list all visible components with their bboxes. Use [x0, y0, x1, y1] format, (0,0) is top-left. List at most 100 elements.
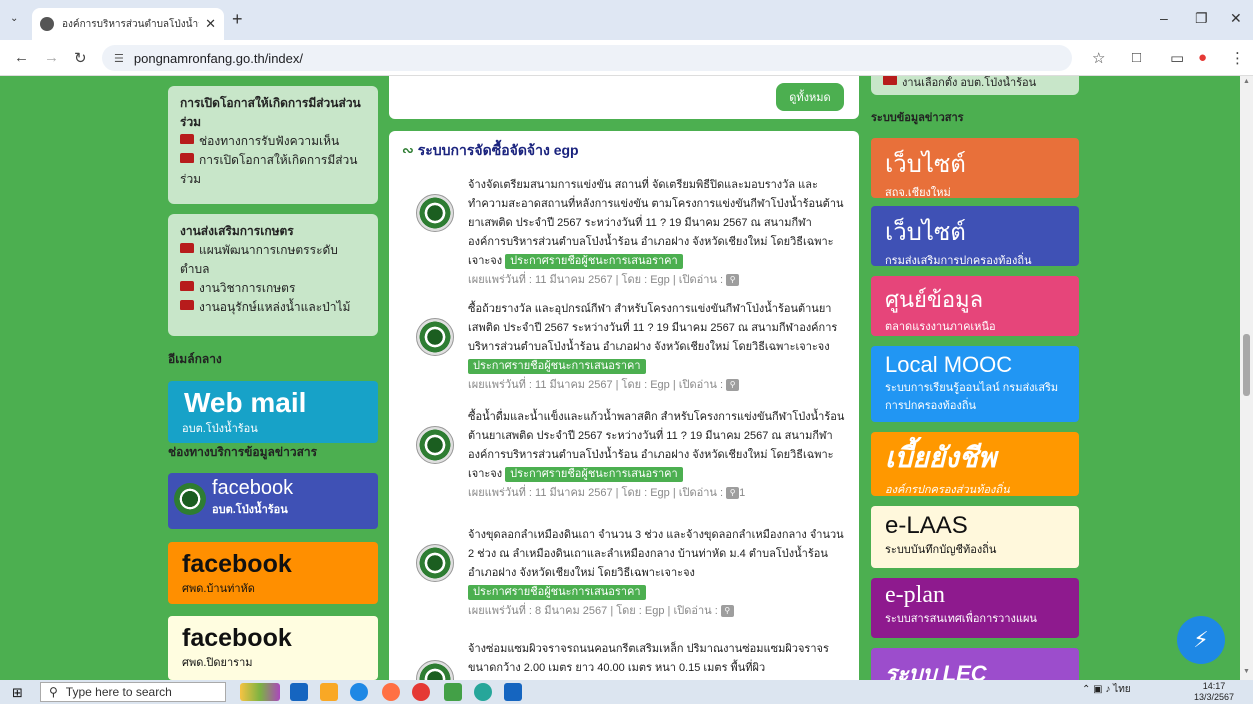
scroll-thumb[interactable] [1243, 334, 1250, 396]
election-link[interactable]: งานเลือกตั้ง อบต.โป่งน้ำร้อน [871, 76, 1079, 95]
news-widget-icon[interactable] [240, 683, 280, 701]
egp-item: จ้างจัดเตรียมสนามการแข่งขัน สถานที่ จัดเ… [416, 176, 856, 300]
banner-labor-market[interactable]: ศูนย์ข้อมูล ตลาดแรงงานภาคเหนือ [871, 276, 1079, 336]
participation-box: การเปิดโอกาสให้เกิดการมีส่วนส่วนร่วม ช่อ… [168, 86, 378, 204]
scroll-up-icon[interactable]: ▲ [1243, 78, 1250, 85]
restore-icon[interactable]: ❐ [1195, 10, 1208, 27]
edge-icon[interactable] [350, 683, 368, 701]
folder-icon [883, 76, 897, 85]
banner-dla-website[interactable]: เว็บไซต์ กรมส่งเสริมการปกครองท้องถิ่น [871, 206, 1079, 266]
egp-item-meta: เผยแพร่วันที่ : 11 มีนาคม 2567 | โดย : E… [468, 487, 724, 499]
chrome-icon[interactable] [412, 683, 430, 701]
messenger-chat-icon[interactable]: ⚡ [1177, 616, 1225, 664]
egp-title: ∾ ระบบการจัดซื้อจัดจ้าง egp [402, 142, 579, 158]
agriculture-heading: งานส่งเสริมการเกษตร [180, 224, 294, 238]
email-heading: อีเมล์กลาง [168, 352, 222, 366]
folder-icon [180, 300, 194, 310]
org-logo-icon [174, 483, 206, 515]
close-tab-icon[interactable]: ✕ [205, 16, 216, 32]
tab-search-icon[interactable]: ⌄ [10, 13, 18, 24]
egp-item: จ้างขุดลอกลำเหมืองดินเถา จำนวน 3 ช่วง แล… [416, 526, 856, 646]
view-icon[interactable]: ⚲ [726, 274, 740, 287]
tab-title: องค์การบริหารส่วนตำบลโป่งน้ำร้อน อ.ฝ [62, 18, 199, 30]
agriculture-link-1[interactable]: แผนพัฒนาการเกษตรระดับตำบล [180, 241, 366, 279]
egp-item: จ้างซ่อมแซมผิวจราจรถนนคอนกรีตเสริมเหล็ก … [416, 640, 856, 680]
egp-item-link[interactable]: จ้างซ่อมแซมผิวจราจรถนนคอนกรีตเสริมเหล็ก … [468, 643, 829, 674]
close-window-icon[interactable]: ✕ [1230, 10, 1242, 27]
clock[interactable]: 14:17 13/3/2567 [1194, 681, 1234, 703]
page-scrollbar[interactable]: ▲ ▼ [1240, 76, 1253, 680]
banner-local-office[interactable]: เว็บไซต์ สถจ.เชียงใหม่ [871, 138, 1079, 198]
taskbar-search[interactable]: ⚲ Type here to search [40, 682, 226, 702]
banner-lec[interactable]: ระบบ LEC [871, 648, 1079, 680]
browser-toolbar: ← → ↻ ☰ pongnamronfang.go.th/index/ ☆ □ … [0, 40, 1253, 76]
app-icon[interactable] [474, 683, 492, 701]
web-page: การเปิดโอกาสให้เกิดการมีส่วนส่วนร่วม ช่อ… [0, 76, 1240, 680]
facebook-banner-3[interactable]: facebook ศพด.ปิดยาราม [168, 616, 378, 680]
back-icon[interactable]: ← [14, 49, 29, 66]
new-tab-button[interactable]: + [232, 9, 243, 30]
site-info-icon[interactable]: ☰ [114, 52, 124, 65]
org-logo-icon [416, 544, 454, 582]
view-icon[interactable]: ⚲ [726, 379, 740, 392]
banner-elaas[interactable]: e-LAAS ระบบบันทึกบัญชีท้องถิ่น [871, 506, 1079, 568]
agriculture-box: งานส่งเสริมการเกษตร แผนพัฒนาการเกษตรระดั… [168, 214, 378, 336]
active-tab[interactable]: องค์การบริหารส่วนตำบลโป่งน้ำร้อน อ.ฝ ✕ [32, 8, 224, 40]
minimize-icon[interactable]: – [1160, 10, 1168, 26]
folder-icon [180, 153, 194, 163]
line-icon[interactable] [444, 683, 462, 701]
task-view-icon[interactable] [290, 683, 308, 701]
egp-item-meta: เผยแพร่วันที่ : 11 มีนาคม 2567 | โดย : E… [468, 274, 724, 286]
banner-eplan[interactable]: e-plan ระบบสารสนเทศเพื่อการวางแผน [871, 578, 1079, 638]
side-panel-icon[interactable]: ▭ [1170, 49, 1184, 67]
rss-icon: ∾ [402, 142, 414, 158]
profile-icon[interactable]: ● [1198, 49, 1207, 66]
firefox-icon[interactable] [382, 683, 400, 701]
search-icon: ⚲ [49, 685, 58, 699]
participation-link-2[interactable]: การเปิดโอกาสให้เกิดการมีส่วนร่วม [180, 151, 366, 189]
bookmark-star-icon[interactable]: ☆ [1092, 49, 1105, 67]
facebook-banner-2[interactable]: facebook ศพด.บ้านท่าหัด [168, 542, 378, 604]
announce-button[interactable]: ประกาศรายชื่อผู้ชนะการเสนอราคา [505, 467, 683, 482]
browser-tab-strip: ⌄ องค์การบริหารส่วนตำบลโป่งน้ำร้อน อ.ฝ ✕… [0, 0, 1253, 40]
view-icon[interactable]: ⚲ [720, 605, 734, 618]
participation-link-1[interactable]: ช่องทางการรับฟังความเห็น [180, 132, 366, 151]
read-count: 1 [739, 487, 746, 499]
org-logo-icon [416, 426, 454, 464]
announce-button[interactable]: ประกาศรายชื่อผู้ชนะการเสนอราคา [468, 585, 646, 600]
view-all-button[interactable]: ดูทั้งหมด [776, 83, 844, 111]
scroll-down-icon[interactable]: ▼ [1243, 668, 1250, 675]
banner-local-mooc[interactable]: Local MOOC ระบบการเรียนรู้ออนไลน์ กรมส่ง… [871, 346, 1079, 422]
file-explorer-icon[interactable] [320, 683, 338, 701]
channels-heading: ช่องทางบริการข้อมูลข่าวสาร [168, 445, 318, 459]
menu-icon[interactable]: ⋮ [1230, 49, 1245, 67]
egp-item-link[interactable]: จ้างขุดลอกลำเหมืองดินเถา จำนวน 3 ช่วง แล… [468, 529, 844, 579]
agriculture-link-2[interactable]: งานวิชาการเกษตร [180, 279, 366, 298]
facebook-banner-1[interactable]: facebook อบต.โป่งน้ำร้อน [168, 473, 378, 529]
webmail-banner[interactable]: Web mail อบต.โป่งน้ำร้อน [168, 381, 378, 443]
folder-icon [180, 134, 194, 144]
news-system-heading: ระบบข้อมูลข่าวสาร [871, 112, 964, 124]
announce-button[interactable]: ประกาศรายชื่อผู้ชนะการเสนอราคา [505, 254, 683, 269]
egp-item: ซื้อน้ำดื่มและน้ำแข็งและแก้วน้ำพลาสติก ส… [416, 408, 856, 534]
view-icon[interactable]: ⚲ [726, 487, 740, 500]
reload-icon[interactable]: ↻ [74, 49, 87, 67]
banner-allowance[interactable]: เบี้ยยังชีพ องค์กรปกครองส่วนท้องถิ่น [871, 432, 1079, 496]
participation-heading: การเปิดโอกาสให้เกิดการมีส่วนส่วนร่วม [180, 96, 361, 129]
org-logo-icon [416, 318, 454, 356]
folder-icon [180, 281, 194, 291]
agriculture-link-3[interactable]: งานอนุรักษ์แหล่งน้ำและป่าไม้ [180, 298, 366, 317]
address-bar[interactable]: ☰ pongnamronfang.go.th/index/ [102, 45, 1072, 71]
org-logo-icon [416, 660, 454, 680]
globe-icon [40, 17, 54, 31]
egp-item-link[interactable]: ซื้อถ้วยรางวัล และอุปกรณ์กีฬา สำหรับโครง… [468, 303, 837, 353]
system-tray[interactable]: ⌃ ▣ ♪ ไทย [1082, 682, 1131, 697]
announce-button[interactable]: ประกาศรายชื่อผู้ชนะการเสนอราคา [468, 359, 646, 374]
windows-start-icon[interactable]: ⊞ [12, 685, 23, 701]
extensions-icon[interactable]: □ [1132, 49, 1141, 66]
egp-item-meta: เผยแพร่วันที่ : 8 มีนาคม 2567 | โดย : Eg… [468, 605, 718, 617]
forward-icon[interactable]: → [44, 49, 59, 66]
windows-taskbar: ⊞ ⚲ Type here to search ⌃ ▣ ♪ ไทย 14:17 … [0, 680, 1253, 704]
word-icon[interactable] [504, 683, 522, 701]
folder-icon [180, 243, 194, 253]
